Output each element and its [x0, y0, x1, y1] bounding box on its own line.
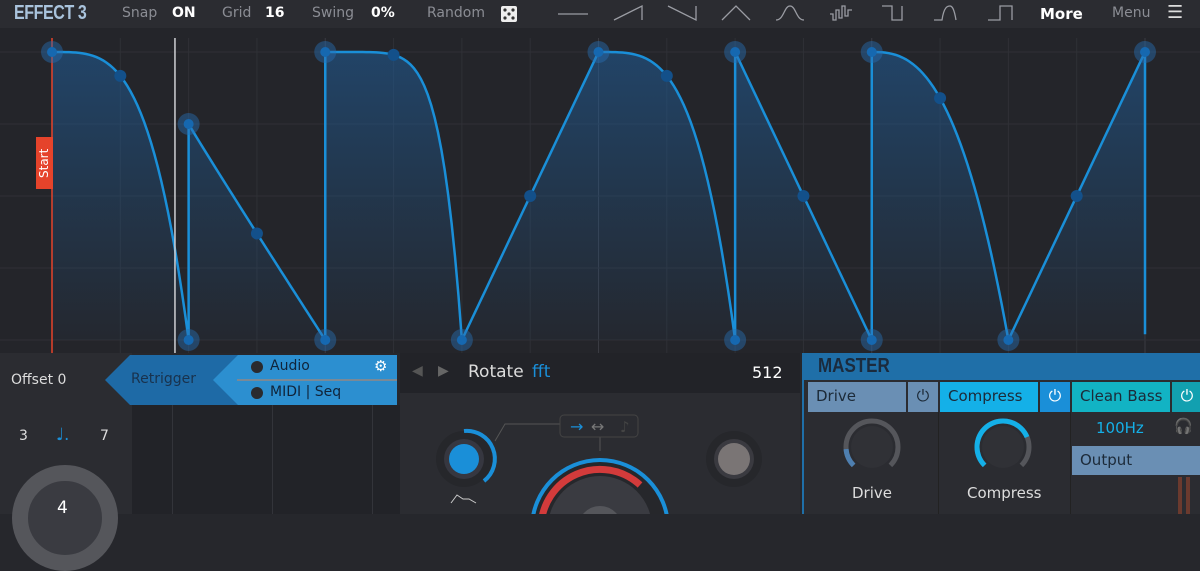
prev-arrow-icon[interactable]: ◀: [412, 363, 423, 379]
master-panel: MASTER Drive ⏻ Compress ⏻ Clean Bass ⏻ D…: [802, 353, 1200, 514]
curve-handle[interactable]: [387, 48, 400, 61]
offset-label[interactable]: Offset 0: [11, 372, 66, 388]
grid-label: Grid: [222, 5, 252, 21]
clean-bass-frequency[interactable]: 100Hz: [1096, 419, 1144, 437]
envelope-point-dot[interactable]: [730, 335, 741, 345]
square-down-shape-icon[interactable]: [882, 5, 903, 21]
ramp-down-shape-icon[interactable]: [667, 5, 697, 22]
settings-gear-icon[interactable]: ⚙: [374, 357, 387, 375]
forward-arrow-icon[interactable]: →: [570, 417, 583, 436]
rate-knob-value: 4: [57, 498, 68, 518]
rate-knob[interactable]: [12, 465, 118, 571]
snap-toggle[interactable]: ON: [172, 5, 196, 21]
more-button[interactable]: More: [1040, 5, 1083, 23]
rotate-title: Rotate: [468, 362, 524, 382]
start-marker[interactable]: Start: [36, 137, 53, 189]
master-knobs: [843, 418, 1032, 468]
drive-knob-label: Drive: [852, 484, 892, 502]
swing-value[interactable]: 0%: [371, 5, 395, 21]
curve-handle[interactable]: [114, 69, 127, 82]
shape-presets: [558, 4, 1013, 22]
output-meter-right: [1186, 477, 1190, 514]
top-bar: EFFECT 3 Snap ON Grid 16 Swing 0% Random…: [0, 0, 1200, 28]
output-label: Output: [1072, 446, 1200, 475]
dice-icon[interactable]: [500, 5, 518, 23]
envelope-point-dot[interactable]: [593, 47, 604, 57]
bell-shape-icon[interactable]: [775, 5, 805, 21]
curve-handle[interactable]: [797, 190, 810, 202]
curve-handle[interactable]: [250, 227, 263, 240]
right-number[interactable]: 7: [100, 428, 109, 444]
curve-handle[interactable]: [660, 69, 673, 82]
triangle-shape-icon[interactable]: [721, 5, 751, 21]
compress-power-icon[interactable]: ⏻: [1040, 382, 1070, 412]
clean-bass-toggle[interactable]: Clean Bass: [1072, 382, 1170, 412]
envelope-point-dot[interactable]: [866, 335, 877, 345]
envelope-point-dot[interactable]: [1003, 335, 1014, 345]
note-icon[interactable]: ♪: [620, 418, 630, 436]
effect-title: EFFECT 3: [14, 2, 87, 24]
spectrum-area: [132, 405, 400, 514]
compress-knob[interactable]: [974, 418, 1032, 468]
menu-button[interactable]: Menu: [1112, 5, 1150, 21]
retrigger-label[interactable]: Retrigger: [131, 371, 196, 387]
clean-bass-power-icon[interactable]: ⏻: [1172, 382, 1200, 412]
envelope-point-dot[interactable]: [866, 47, 877, 57]
envelope-point-dot[interactable]: [183, 119, 194, 129]
rotate-main-knob[interactable]: [530, 458, 670, 514]
pulse-curve-shape-icon[interactable]: [934, 5, 957, 21]
rotate-header: ◀ ▶ Rotate fft 512: [400, 353, 800, 393]
curve-nodes-icon[interactable]: [450, 494, 477, 504]
envelope-point-dot[interactable]: [320, 47, 331, 57]
gray-knob[interactable]: [706, 431, 762, 487]
grid-value[interactable]: 16: [265, 5, 284, 21]
envelope-graph[interactable]: [0, 28, 1200, 353]
rotate-panel: ◀ ▶ Rotate fft 512 → ↔ ♪: [400, 353, 800, 514]
master-title: MASTER: [818, 355, 890, 377]
output-meter-left: [1178, 477, 1182, 514]
headphones-icon[interactable]: 🎧: [1174, 417, 1193, 435]
square-up-shape-icon[interactable]: [988, 5, 1013, 21]
snap-label: Snap: [122, 5, 158, 21]
drive-toggle[interactable]: Drive: [808, 382, 906, 412]
curve-handle[interactable]: [1070, 190, 1083, 202]
swing-label: Swing: [312, 5, 354, 21]
blue-knob[interactable]: [436, 428, 497, 487]
random-label: Random: [427, 5, 485, 21]
dotted-note-icon[interactable]: ♩.: [56, 425, 69, 445]
rotate-controls: → ↔ ♪: [436, 414, 762, 514]
rotate-mode[interactable]: fft: [532, 362, 550, 382]
curve-handle[interactable]: [524, 190, 537, 202]
random-steps-shape-icon[interactable]: [830, 5, 852, 21]
compress-knob-label: Compress: [967, 484, 1042, 502]
envelope-point-dot[interactable]: [1140, 47, 1150, 57]
next-arrow-icon[interactable]: ▶: [438, 363, 449, 379]
compress-toggle[interactable]: Compress: [940, 382, 1038, 412]
left-number[interactable]: 3: [19, 428, 28, 444]
envelope-point-dot[interactable]: [47, 47, 57, 57]
drive-power-icon[interactable]: ⏻: [908, 382, 938, 412]
rotate-value[interactable]: 512: [752, 363, 783, 382]
ramp-up-shape-icon[interactable]: [613, 4, 643, 21]
drive-knob[interactable]: [843, 418, 901, 468]
envelope-point-dot[interactable]: [456, 335, 467, 345]
audio-option[interactable]: Audio: [270, 358, 310, 374]
midi-seq-option[interactable]: MIDI | Seq: [270, 384, 341, 400]
hamburger-icon[interactable]: ☰: [1167, 2, 1183, 23]
curve-handle[interactable]: [934, 92, 947, 105]
envelope-point-dot[interactable]: [730, 47, 741, 57]
envelope-point-dot[interactable]: [183, 335, 194, 345]
bidirectional-arrow-icon[interactable]: ↔: [591, 417, 604, 436]
envelope-point-dot[interactable]: [320, 335, 331, 345]
